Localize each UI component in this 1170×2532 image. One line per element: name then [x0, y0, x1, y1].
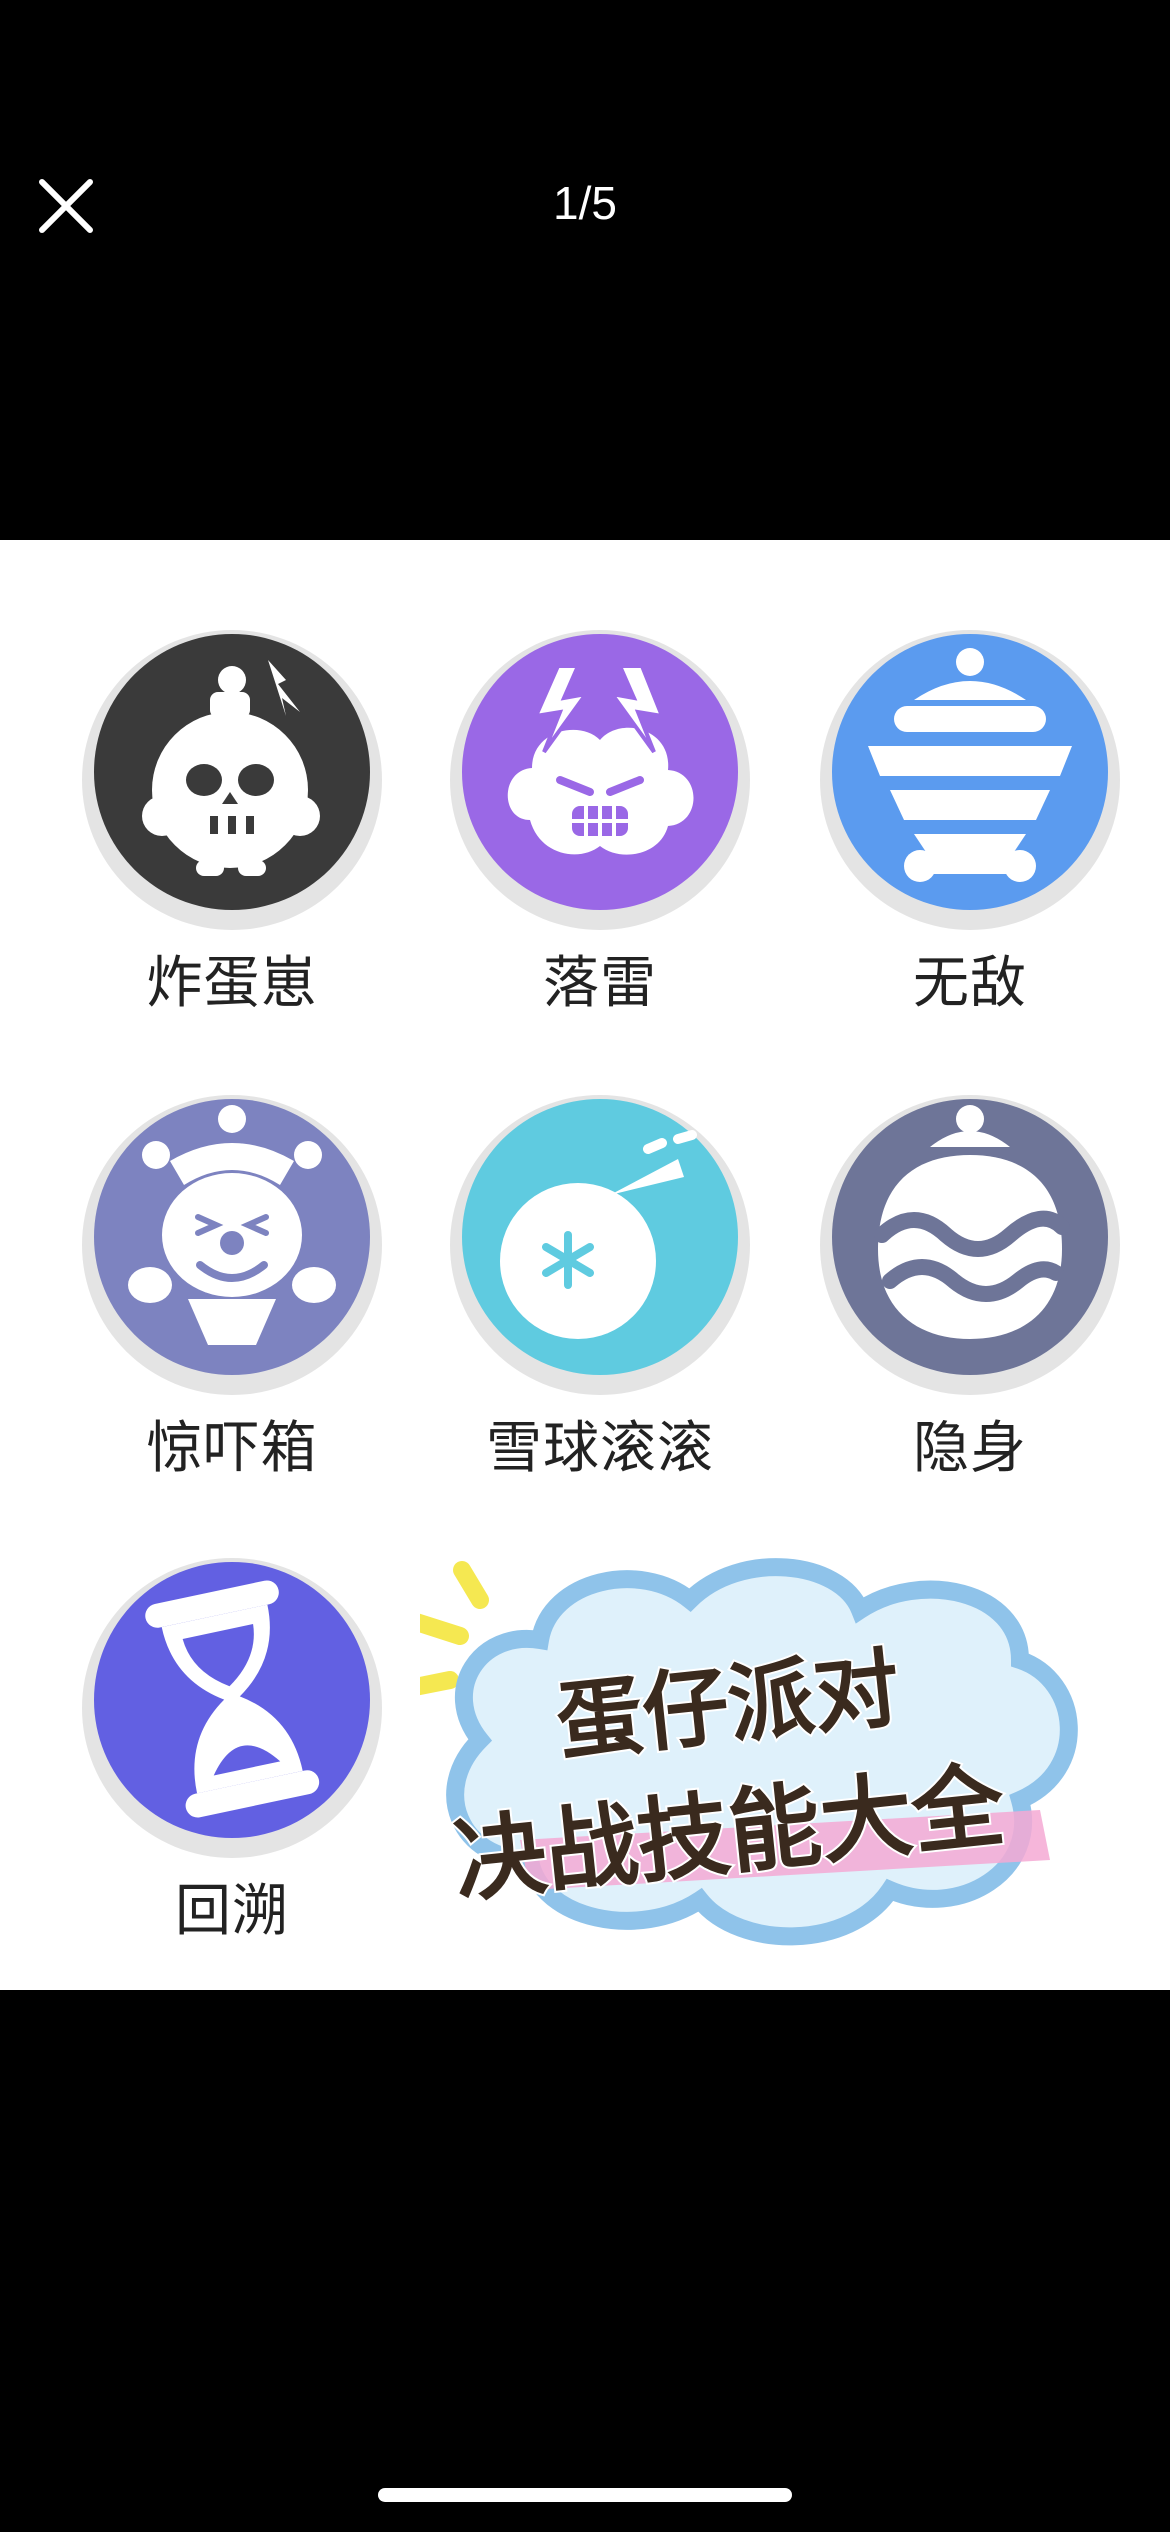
thunder-cloud-icon — [440, 620, 760, 940]
skill-label: 雪球滚滚 — [486, 1416, 714, 1481]
skill-label: 无敌 — [913, 951, 1027, 1016]
hourglass-icon — [72, 1548, 392, 1868]
skill-card-snowball: 雪球滚滚 — [440, 1085, 760, 1505]
skill-card-invisible: 隐身 — [810, 1085, 1130, 1505]
viewer-footer — [0, 1990, 1170, 2532]
invincible-pot-icon — [810, 620, 1130, 940]
title-banner: 蛋仔派对 决战技能大全 — [391, 1540, 1140, 1980]
jack-in-box-clown-icon — [72, 1085, 392, 1405]
cloud-banner-graphic: 蛋仔派对 决战技能大全 — [391, 1558, 1078, 1946]
skill-label: 炸蛋崽 — [146, 951, 318, 1016]
skill-card-jack-in-box: 惊吓箱 — [72, 1085, 392, 1505]
snowball-icon — [440, 1085, 760, 1405]
viewer-header: 1/5 — [0, 0, 1170, 540]
skills-image[interactable]: 炸蛋崽 落雷 无敌 惊吓箱 雪球滚滚 隐身 回溯 蛋仔派对 决战技能大全 — [0, 540, 1170, 1990]
bomb-skull-icon — [72, 620, 392, 940]
skill-label: 落雷 — [543, 951, 657, 1016]
skill-label: 隐身 — [913, 1416, 1027, 1481]
home-indicator[interactable] — [378, 2488, 792, 2502]
skill-label: 惊吓箱 — [146, 1416, 318, 1481]
image-counter: 1/5 — [553, 177, 617, 229]
skill-card-bomb: 炸蛋崽 — [72, 620, 392, 1040]
skill-card-rewind: 回溯 — [72, 1548, 392, 1968]
skill-label: 回溯 — [175, 1879, 289, 1944]
invisible-face-icon — [810, 1085, 1130, 1405]
skill-card-thunder: 落雷 — [440, 620, 760, 1040]
skill-card-invincible: 无敌 — [810, 620, 1130, 1040]
